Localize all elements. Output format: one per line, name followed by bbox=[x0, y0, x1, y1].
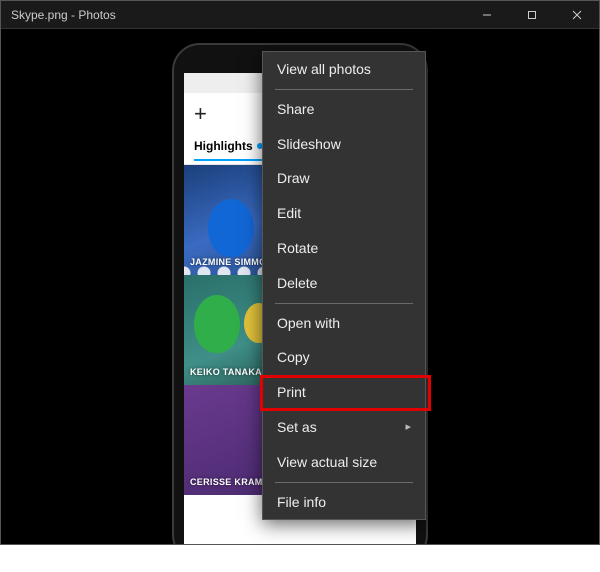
balloon-icon bbox=[194, 295, 240, 353]
menu-item-label: Copy bbox=[277, 349, 310, 366]
menu-item-label: Open with bbox=[277, 315, 340, 332]
menu-item-label: Rotate bbox=[277, 240, 318, 257]
photos-app-window: Skype.png - Photos 22:17 + bbox=[0, 0, 600, 545]
menu-view-all-photos[interactable]: View all photos bbox=[263, 52, 425, 87]
menu-item-label: Print bbox=[277, 384, 306, 401]
menu-separator bbox=[275, 303, 413, 304]
window-title: Skype.png - Photos bbox=[1, 1, 126, 28]
contact-name: KEIKO TANAKA bbox=[190, 367, 262, 377]
minimize-button[interactable] bbox=[464, 1, 509, 28]
menu-view-actual-size[interactable]: View actual size bbox=[263, 445, 425, 480]
menu-item-label: Edit bbox=[277, 205, 301, 222]
menu-share[interactable]: Share bbox=[263, 92, 425, 127]
menu-item-label: View all photos bbox=[277, 61, 371, 78]
menu-rotate[interactable]: Rotate bbox=[263, 231, 425, 266]
new-chat-icon[interactable]: + bbox=[194, 101, 207, 127]
menu-copy[interactable]: Copy bbox=[263, 340, 425, 375]
menu-separator bbox=[275, 482, 413, 483]
chevron-right-icon: ▸ bbox=[405, 421, 411, 434]
menu-separator bbox=[275, 89, 413, 90]
menu-item-label: Delete bbox=[277, 275, 317, 292]
maximize-button[interactable] bbox=[509, 1, 554, 28]
menu-delete[interactable]: Delete bbox=[263, 266, 425, 301]
balloon-icon bbox=[208, 199, 254, 257]
menu-item-label: Draw bbox=[277, 170, 310, 187]
window-controls bbox=[464, 1, 599, 28]
tab-highlights-label: Highlights bbox=[194, 139, 253, 153]
titlebar: Skype.png - Photos bbox=[1, 1, 599, 29]
menu-item-label: View actual size bbox=[277, 454, 377, 471]
tab-highlights[interactable]: Highlights bbox=[194, 139, 263, 161]
menu-draw[interactable]: Draw bbox=[263, 161, 425, 196]
close-button[interactable] bbox=[554, 1, 599, 28]
menu-item-label: File info bbox=[277, 494, 326, 511]
menu-set-as[interactable]: Set as ▸ bbox=[263, 410, 425, 445]
menu-item-label: Slideshow bbox=[277, 136, 341, 153]
menu-file-info[interactable]: File info bbox=[263, 485, 425, 520]
menu-edit[interactable]: Edit bbox=[263, 196, 425, 231]
menu-print[interactable]: Print bbox=[263, 375, 425, 410]
menu-item-label: Share bbox=[277, 101, 314, 118]
menu-item-label: Set as bbox=[277, 419, 317, 436]
menu-slideshow[interactable]: Slideshow bbox=[263, 127, 425, 162]
menu-open-with[interactable]: Open with bbox=[263, 306, 425, 341]
context-menu: View all photos Share Slideshow Draw Edi… bbox=[262, 51, 426, 520]
